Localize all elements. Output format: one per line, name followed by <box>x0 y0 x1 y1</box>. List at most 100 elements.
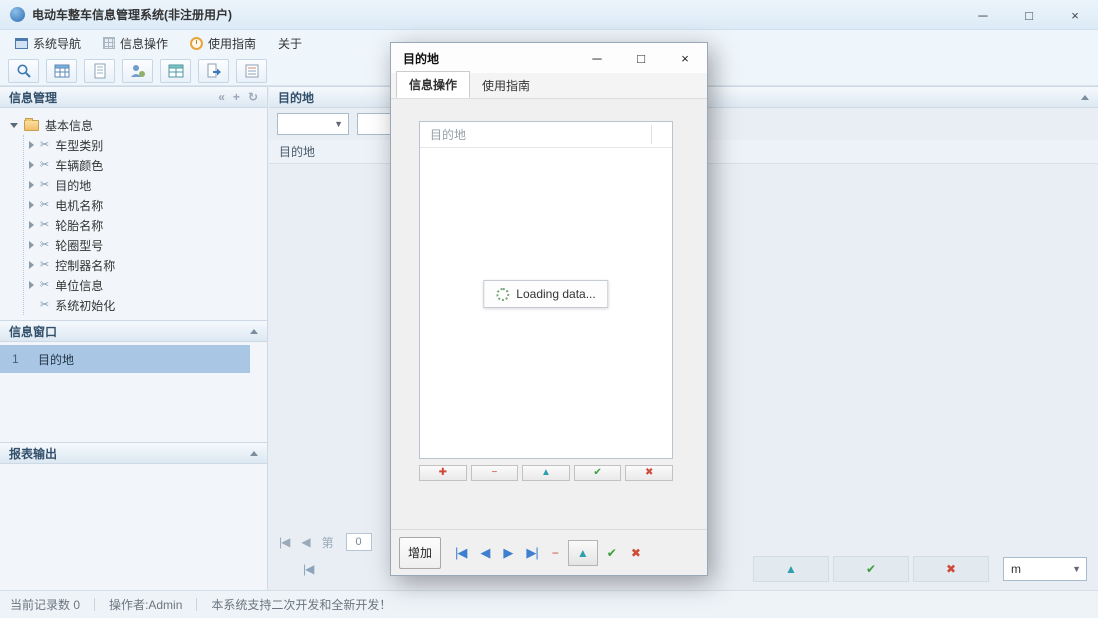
tree-children: ✂ 车型类别 ✂ 车辆颜色 ✂ 目的地 ✂ <box>23 135 267 315</box>
tool-icon: ✂ <box>40 220 49 231</box>
tree-item-rim-model[interactable]: ✂ 轮圈型号 <box>29 235 267 255</box>
prev-page-icon[interactable]: ◀ <box>480 545 489 561</box>
add-row-button[interactable]: ✚ <box>419 465 467 481</box>
delete-row-button[interactable]: − <box>471 465 519 481</box>
tool-icon: ✂ <box>40 160 49 171</box>
user-gear-icon <box>130 63 146 79</box>
tree-item-destination[interactable]: ✂ 目的地 <box>29 175 267 195</box>
tool-icon: ✂ <box>40 260 49 271</box>
tab-info-operation[interactable]: 信息操作 <box>396 71 470 98</box>
tree-item-system-init[interactable]: ✂ 系统初始化 <box>29 295 267 315</box>
tree-item-tire-name[interactable]: ✂ 轮胎名称 <box>29 215 267 235</box>
check-icon: ✔ <box>593 468 601 478</box>
info-tree: 基本信息 ✂ 车型类别 ✂ 车辆颜色 ✂ <box>0 108 267 320</box>
menu-user-guide[interactable]: 使用指南 <box>181 32 265 55</box>
prev-page-icon[interactable]: ◀ <box>301 535 309 549</box>
first-page-icon[interactable]: |◀ <box>455 545 466 561</box>
maximize-button[interactable]: □ <box>1006 0 1052 30</box>
dialog-column-label: 目的地 <box>430 126 466 143</box>
tree-item-label: 轮圈型号 <box>55 237 103 254</box>
menu-about[interactable]: 关于 <box>269 32 311 55</box>
tab-user-guide[interactable]: 使用指南 <box>470 73 542 98</box>
dialog-list-panel[interactable]: 目的地 Loading data... <box>419 121 673 459</box>
chevron-up-icon[interactable] <box>250 329 258 334</box>
tree-item-unit-info[interactable]: ✂ 单位信息 <box>29 275 267 295</box>
info-management-header[interactable]: 信息管理 « + ↻ <box>0 86 267 108</box>
divider <box>94 598 95 611</box>
search-icon <box>16 63 32 79</box>
chevron-right-icon <box>29 221 34 229</box>
page-number-input[interactable] <box>346 533 372 551</box>
info-window-list: 1 目的地 <box>0 342 267 442</box>
collapse-left-icon[interactable]: « <box>218 91 225 103</box>
tree-item-controller-name[interactable]: ✂ 控制器名称 <box>29 255 267 275</box>
first-page-icon[interactable]: |◀ <box>303 562 313 576</box>
tool-icon: ✂ <box>40 180 49 191</box>
tree-item-label: 控制器名称 <box>55 257 115 274</box>
item-label: 目的地 <box>38 351 74 368</box>
cancel-button[interactable]: ✖ <box>913 556 989 582</box>
data-table-button[interactable] <box>160 59 191 83</box>
add-icon[interactable]: + <box>233 91 240 103</box>
dialog-list-header[interactable]: 目的地 <box>420 122 672 148</box>
chevron-up-icon[interactable] <box>250 451 258 456</box>
last-page-icon[interactable]: ▶| <box>526 545 537 561</box>
dialog-title: 目的地 <box>403 50 439 67</box>
divider <box>196 598 197 611</box>
dialog-minimize-button[interactable]: ─ <box>575 43 619 73</box>
first-page-icon[interactable]: |◀ <box>279 535 289 549</box>
tree-root-basic-info[interactable]: 基本信息 <box>10 115 267 135</box>
window-controls: ─ □ × <box>960 0 1098 30</box>
table-view-button[interactable] <box>46 59 77 83</box>
tree-item-motor-name[interactable]: ✂ 电机名称 <box>29 195 267 215</box>
unit-select[interactable]: m ▼ <box>1003 557 1087 581</box>
tree-item-vehicle-type[interactable]: ✂ 车型类别 <box>29 135 267 155</box>
confirm-button[interactable]: ✔ <box>574 465 622 481</box>
check-icon[interactable]: ✔ <box>607 546 617 560</box>
check-icon: ✔ <box>866 562 876 576</box>
menu-info-operation[interactable]: 信息操作 <box>94 32 177 55</box>
chevron-up-icon[interactable] <box>1081 95 1089 100</box>
tool-icon: ✂ <box>40 300 49 311</box>
tree-item-label: 单位信息 <box>55 277 103 294</box>
chevron-right-icon <box>29 181 34 189</box>
app-window: 电动车整车信息管理系统(非注册用户) ─ □ × 系统导航 信息操作 使用指南 … <box>0 0 1098 618</box>
refresh-icon[interactable]: ↻ <box>248 91 258 103</box>
delete-icon[interactable]: − <box>552 546 559 560</box>
add-button[interactable]: 增加 <box>399 537 441 569</box>
info-window-header[interactable]: 信息窗口 <box>0 320 267 342</box>
search-button[interactable] <box>8 59 39 83</box>
record-count-label: 当前记录数 0 <box>10 596 80 613</box>
confirm-button[interactable]: ✔ <box>833 556 909 582</box>
cancel-button[interactable]: ✖ <box>625 465 673 481</box>
tree-item-label: 车辆颜色 <box>55 157 103 174</box>
close-button[interactable]: × <box>1052 0 1098 30</box>
tree-item-vehicle-color[interactable]: ✂ 车辆颜色 <box>29 155 267 175</box>
export-button[interactable] <box>198 59 229 83</box>
menu-label: 使用指南 <box>208 35 256 52</box>
cross-icon[interactable]: ✖ <box>631 546 641 560</box>
tree-item-label: 目的地 <box>55 177 91 194</box>
report-button[interactable] <box>236 59 267 83</box>
user-settings-button[interactable] <box>122 59 153 83</box>
menu-system-navigation[interactable]: 系统导航 <box>6 32 90 55</box>
report-output-header[interactable]: 报表输出 <box>0 442 267 464</box>
dialog-tab-bar: 信息操作 使用指南 <box>391 73 707 99</box>
document-button[interactable] <box>84 59 115 83</box>
column-label: 目的地 <box>279 143 315 160</box>
tree-item-label: 车型类别 <box>55 137 103 154</box>
dialog-maximize-button[interactable]: □ <box>619 43 663 73</box>
folder-icon <box>24 120 39 131</box>
filter-dropdown[interactable]: ▼ <box>277 113 349 135</box>
up-button[interactable]: ▲ <box>568 540 598 566</box>
up-button[interactable]: ▲ <box>522 465 570 481</box>
support-message-label: 本系统支持二次开发和全新开发！ <box>211 596 391 613</box>
panel-title: 信息窗口 <box>9 323 57 340</box>
dialog-close-button[interactable]: × <box>663 43 707 73</box>
chevron-right-icon <box>29 141 34 149</box>
minimize-button[interactable]: ─ <box>960 0 1006 30</box>
window-list-item-destination[interactable]: 1 目的地 <box>0 345 250 373</box>
chevron-right-icon <box>29 161 34 169</box>
next-page-icon[interactable]: ▶ <box>503 545 512 561</box>
up-button[interactable]: ▲ <box>753 556 829 582</box>
